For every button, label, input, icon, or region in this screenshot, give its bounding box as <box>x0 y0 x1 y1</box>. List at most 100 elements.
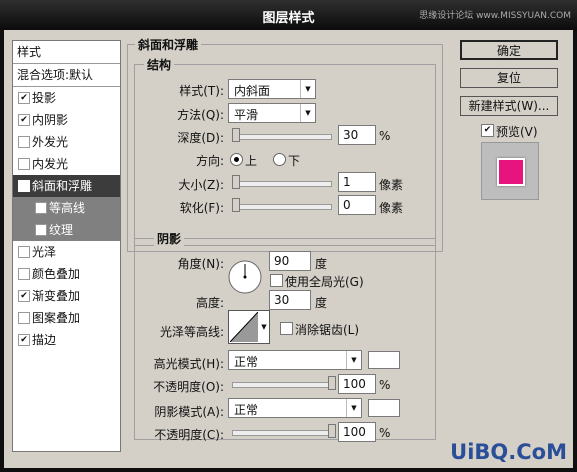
style-item-inner-glow[interactable]: 内发光 <box>13 153 120 175</box>
size-label: 大小(Z): <box>178 178 224 192</box>
shadow-opacity-label: 不透明度(C): <box>154 428 224 442</box>
soften-input[interactable]: 0 <box>338 195 376 215</box>
style-item-texture[interactable]: 纹理 <box>13 219 120 241</box>
style-item-outer-glow[interactable]: 外发光 <box>13 131 120 153</box>
style-item-drop-shadow[interactable]: ✔ 投影 <box>13 87 120 109</box>
altitude-input[interactable]: 30 <box>269 290 311 310</box>
chevron-down-icon: ▼ <box>346 399 361 417</box>
gloss-contour-label: 光泽等高线: <box>159 325 224 339</box>
direction-up-label: 上 <box>245 154 258 168</box>
checkbox-inner-shadow[interactable]: ✔ <box>18 114 30 126</box>
preview-label: 预览(V) <box>496 125 538 139</box>
style-item-inner-shadow[interactable]: ✔ 内阴影 <box>13 109 120 131</box>
highlight-mode-label: 高光模式(H): <box>153 357 224 371</box>
checkbox-inner-glow[interactable] <box>18 158 30 170</box>
size-unit: 像素 <box>379 178 404 192</box>
checkbox-satin[interactable] <box>18 246 30 258</box>
uibq-logo: UiBQ.CoM <box>450 440 567 464</box>
chevron-down-icon: ▼ <box>300 104 315 122</box>
angle-dial[interactable] <box>228 260 262 294</box>
dialog-body: 样式 混合选项:默认 ✔ 投影 ✔ 内阴影 外发光 内发光 ✔ 斜面和浮雕 ✔ 等高线 … <box>4 30 573 468</box>
preview-checkbox[interactable]: ✔ <box>481 124 494 137</box>
style-item-satin[interactable]: 光泽 <box>13 241 120 263</box>
title-bar: 图层样式 思缘设计论坛 www.MISSYUAN.COM <box>0 0 577 30</box>
size-slider-thumb[interactable] <box>232 175 240 189</box>
shadow-opacity-unit: % <box>379 426 391 440</box>
shadow-mode-dropdown[interactable]: 正常 ▼ <box>228 398 362 418</box>
style-dropdown[interactable]: 内斜面 ▼ <box>228 79 316 99</box>
checkbox-gradient-overlay[interactable]: ✔ <box>18 290 30 302</box>
style-item-color-overlay[interactable]: 颜色叠加 <box>13 263 120 285</box>
blending-options[interactable]: 混合选项:默认 <box>13 64 120 86</box>
checkbox-outer-glow[interactable] <box>18 136 30 148</box>
direction-up-radio[interactable] <box>230 153 243 166</box>
angle-label: 角度(N): <box>177 257 224 271</box>
preview-thumbnail <box>481 142 539 200</box>
structure-title: 结构 <box>144 56 175 73</box>
style-item-pattern-overlay[interactable]: 图案叠加 <box>13 307 120 329</box>
checkbox-drop-shadow[interactable]: ✔ <box>18 92 30 104</box>
shading-title: 阴影 <box>154 230 185 247</box>
style-item-contour[interactable]: ✔ 等高线 <box>13 197 120 219</box>
angle-unit: 度 <box>315 257 328 271</box>
highlight-opacity-slider[interactable] <box>232 382 332 388</box>
shadow-mode-label: 阴影模式(A): <box>154 405 224 419</box>
antialias-checkbox[interactable] <box>280 322 293 335</box>
contour-thumbnail-icon <box>230 312 258 342</box>
depth-slider-thumb[interactable] <box>232 128 240 142</box>
antialias-label: 消除锯齿(L) <box>295 323 360 337</box>
bevel-emboss-title: 斜面和浮雕 <box>135 36 202 53</box>
technique-label: 方法(Q): <box>177 108 224 122</box>
highlight-opacity-thumb[interactable] <box>328 376 336 390</box>
depth-unit: % <box>379 129 391 143</box>
soften-slider-thumb[interactable] <box>232 198 240 212</box>
styles-header[interactable]: 样式 <box>13 41 120 63</box>
direction-label: 方向: <box>195 154 224 168</box>
shadow-opacity-thumb[interactable] <box>328 424 336 438</box>
soften-slider[interactable] <box>232 204 332 210</box>
soften-unit: 像素 <box>379 201 404 215</box>
depth-input[interactable]: 30 <box>338 125 376 145</box>
soften-label: 软化(F): <box>179 201 224 215</box>
checkbox-bevel-emboss[interactable]: ✔ <box>18 180 30 192</box>
highlight-opacity-input[interactable]: 100 <box>338 374 376 394</box>
depth-slider[interactable] <box>232 134 332 140</box>
highlight-mode-dropdown[interactable]: 正常 ▼ <box>228 350 362 370</box>
checkbox-stroke[interactable]: ✔ <box>18 334 30 346</box>
ok-button[interactable]: 确定 <box>460 40 558 60</box>
altitude-label: 高度: <box>195 296 224 310</box>
checkbox-contour[interactable]: ✔ <box>35 202 47 214</box>
watermark-text: 思缘设计论坛 www.MISSYUAN.COM <box>419 11 571 21</box>
altitude-unit: 度 <box>315 296 328 310</box>
highlight-opacity-label: 不透明度(O): <box>153 380 224 394</box>
direction-down-label: 下 <box>288 154 301 168</box>
direction-down-radio[interactable] <box>273 153 286 166</box>
preview-swatch <box>497 158 525 186</box>
global-light-label: 使用全局光(G) <box>285 275 364 289</box>
technique-dropdown[interactable]: 平滑 ▼ <box>228 103 316 123</box>
checkbox-texture[interactable] <box>35 224 47 236</box>
style-item-bevel-emboss[interactable]: ✔ 斜面和浮雕 <box>13 175 120 197</box>
reset-button[interactable]: 复位 <box>460 68 558 88</box>
angle-input[interactable]: 90 <box>269 251 311 271</box>
chevron-down-icon: ▼ <box>261 323 267 331</box>
global-light-checkbox[interactable] <box>270 274 283 287</box>
checkbox-color-overlay[interactable] <box>18 268 30 280</box>
highlight-opacity-unit: % <box>379 378 391 392</box>
highlight-color-swatch[interactable] <box>368 351 400 369</box>
style-item-stroke[interactable]: ✔ 描边 <box>13 329 120 351</box>
gloss-contour-picker[interactable]: ▼ <box>228 310 270 344</box>
style-list: 样式 混合选项:默认 ✔ 投影 ✔ 内阴影 外发光 内发光 ✔ 斜面和浮雕 ✔ 等高线 … <box>12 40 121 452</box>
size-input[interactable]: 1 <box>338 172 376 192</box>
checkbox-pattern-overlay[interactable] <box>18 312 30 324</box>
depth-label: 深度(D): <box>177 131 224 145</box>
size-slider[interactable] <box>232 181 332 187</box>
style-label: 样式(T): <box>179 84 224 98</box>
shadow-opacity-slider[interactable] <box>232 430 332 436</box>
shadow-opacity-input[interactable]: 100 <box>338 422 376 442</box>
style-item-gradient-overlay[interactable]: ✔ 渐变叠加 <box>13 285 120 307</box>
new-style-button[interactable]: 新建样式(W)... <box>460 96 558 116</box>
chevron-down-icon: ▼ <box>346 351 361 369</box>
chevron-down-icon: ▼ <box>300 80 315 98</box>
shadow-color-swatch[interactable] <box>368 399 400 417</box>
